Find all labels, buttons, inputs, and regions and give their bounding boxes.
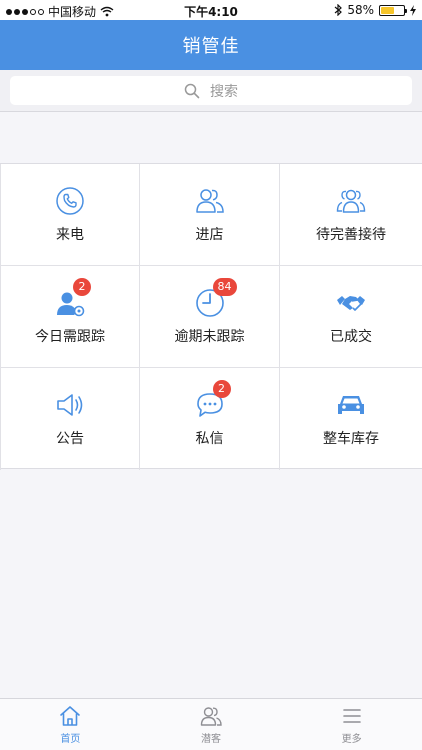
phone-icon bbox=[56, 186, 84, 215]
grid-label: 逾期未跟踪 bbox=[174, 328, 245, 345]
menu-icon bbox=[342, 708, 361, 723]
grid-item-today-follow-up[interactable]: 2 今日需跟踪 bbox=[0, 266, 140, 368]
grid-label: 公告 bbox=[56, 431, 84, 447]
search-input[interactable]: 搜索 bbox=[10, 76, 412, 105]
badge: 84 bbox=[212, 277, 237, 296]
tab-label: 首页 bbox=[60, 733, 81, 745]
battery-icon bbox=[379, 4, 407, 16]
grid-item-vehicle-inventory[interactable]: 整车库存 bbox=[280, 368, 422, 470]
grid-label: 整车库存 bbox=[323, 431, 379, 447]
function-grid: 来电 进店 待完善接待 2 今日需跟踪 84 逾期未跟踪 已成交 公告 2 私信… bbox=[0, 163, 422, 470]
tab-bar: 首页 潜客 更多 bbox=[0, 698, 422, 750]
car-icon bbox=[338, 396, 364, 414]
grid-label: 已成交 bbox=[330, 328, 372, 345]
status-right: 58% bbox=[334, 3, 416, 17]
two-users-icon bbox=[195, 188, 224, 213]
grid-label: 私信 bbox=[195, 431, 224, 447]
bluetooth-icon bbox=[334, 4, 343, 16]
status-bar: 中国移动 下午4:10 58% bbox=[0, 0, 422, 20]
battery-percent: 58% bbox=[347, 3, 374, 17]
grid-item-overdue-follow-up[interactable]: 84 逾期未跟踪 bbox=[140, 266, 280, 368]
search-placeholder: 搜索 bbox=[210, 83, 238, 100]
grid-label: 进店 bbox=[195, 226, 224, 243]
tab-home[interactable]: 首页 bbox=[0, 699, 141, 750]
grid-item-pending-reception[interactable]: 待完善接待 bbox=[280, 164, 422, 266]
home-icon bbox=[60, 705, 81, 726]
tab-label: 更多 bbox=[341, 733, 362, 745]
tab-more[interactable]: 更多 bbox=[281, 699, 422, 750]
users-icon bbox=[200, 706, 222, 726]
grid-item-store-visit[interactable]: 进店 bbox=[140, 164, 280, 266]
charging-icon bbox=[410, 4, 416, 16]
grid-item-deal-closed[interactable]: 已成交 bbox=[280, 266, 422, 368]
grid-label: 待完善接待 bbox=[316, 226, 386, 243]
grid-label: 来电 bbox=[56, 226, 84, 243]
group-icon bbox=[336, 189, 366, 213]
badge: 2 bbox=[73, 277, 91, 296]
speaker-icon bbox=[57, 394, 83, 416]
tab-label: 潜客 bbox=[200, 733, 221, 745]
handshake-icon bbox=[337, 295, 365, 311]
tab-prospects[interactable]: 潜客 bbox=[141, 699, 282, 750]
grid-item-private-message[interactable]: 2 私信 bbox=[140, 368, 280, 470]
grid-item-incoming-call[interactable]: 来电 bbox=[0, 164, 140, 266]
page-title: 销管佳 bbox=[182, 36, 240, 57]
battery-fill bbox=[381, 6, 394, 14]
search-icon bbox=[184, 83, 200, 98]
grid-item-announcement[interactable]: 公告 bbox=[0, 368, 140, 470]
search-area: 搜索 bbox=[0, 70, 422, 112]
nav-bar: 销管佳 bbox=[0, 20, 422, 70]
badge: 2 bbox=[212, 380, 231, 398]
grid-label: 今日需跟踪 bbox=[35, 328, 105, 345]
